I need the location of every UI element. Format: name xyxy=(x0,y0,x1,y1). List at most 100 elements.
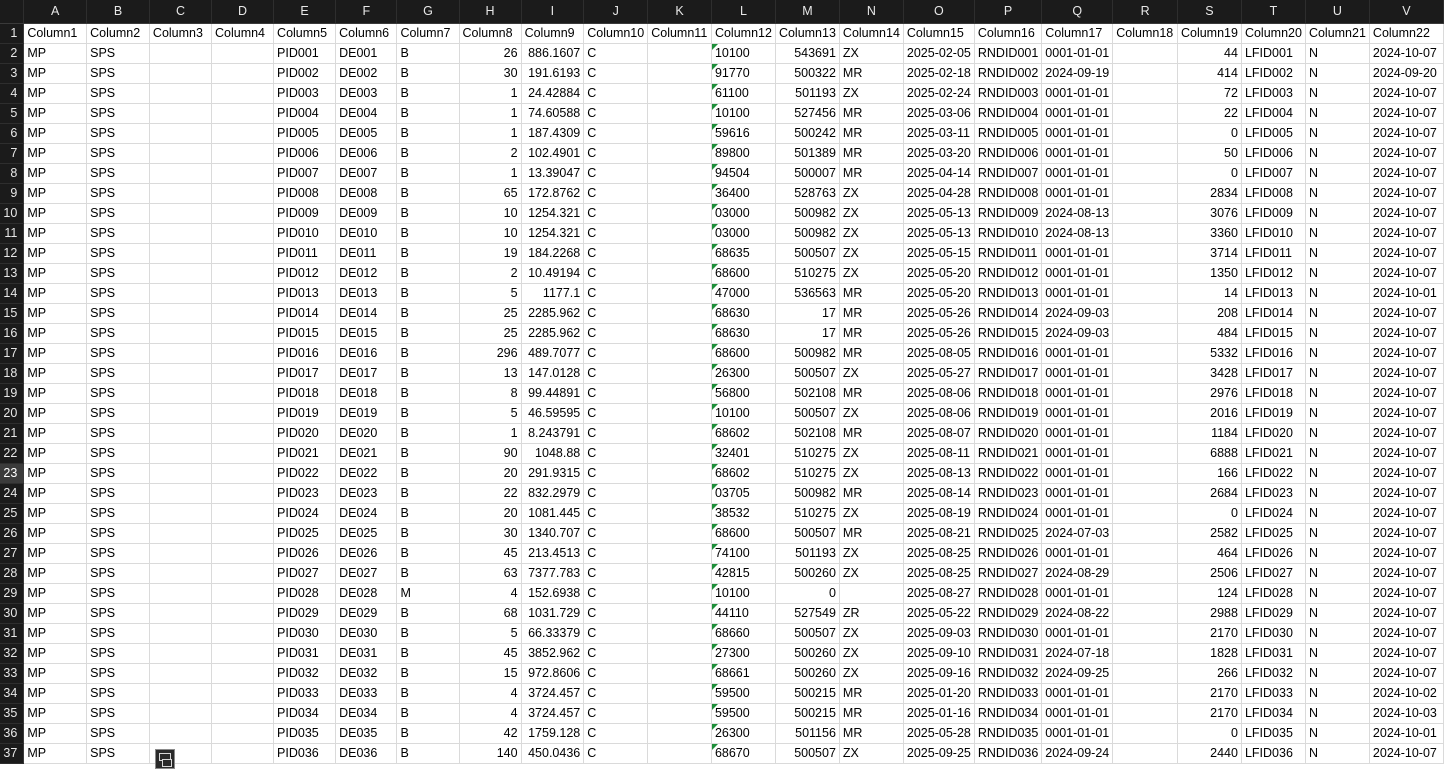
cell-e36[interactable]: PID035 xyxy=(273,723,337,744)
cell-n17[interactable]: MR xyxy=(839,343,904,364)
cell-f31[interactable]: DE030 xyxy=(335,623,398,644)
cell-q8[interactable]: 0001-01-01 xyxy=(1041,163,1114,184)
cell-d34[interactable] xyxy=(211,683,275,704)
row-header[interactable]: 15 xyxy=(0,303,25,324)
cell-n23[interactable]: ZX xyxy=(839,463,904,484)
cell-v3[interactable]: 2024-09-20 xyxy=(1369,63,1444,84)
cell-t35[interactable]: LFID034 xyxy=(1241,703,1306,724)
cell-c31[interactable] xyxy=(149,623,212,644)
cell-j30[interactable]: C xyxy=(583,603,649,624)
cell-n1[interactable]: Column14 xyxy=(839,23,904,44)
cell-v24[interactable]: 2024-10-07 xyxy=(1369,483,1444,504)
cell-l35[interactable]: 59500 xyxy=(711,703,776,724)
cell-s33[interactable]: 266 xyxy=(1177,663,1242,684)
cell-l24[interactable]: 03705 xyxy=(711,483,776,504)
cell-a36[interactable]: MP xyxy=(23,723,88,744)
cell-n4[interactable]: ZX xyxy=(839,83,904,104)
cell-a3[interactable]: MP xyxy=(23,63,88,84)
cell-b26[interactable]: SPS xyxy=(86,523,150,544)
cell-s35[interactable]: 2170 xyxy=(1177,703,1242,724)
cell-h31[interactable]: 5 xyxy=(459,623,522,644)
cell-m18[interactable]: 500507 xyxy=(775,363,840,384)
row-header[interactable]: 6 xyxy=(0,123,25,144)
cell-p4[interactable]: RNDID003 xyxy=(974,83,1043,104)
cell-q7[interactable]: 0001-01-01 xyxy=(1041,143,1114,164)
cell-k19[interactable] xyxy=(647,383,712,404)
cell-d9[interactable] xyxy=(211,183,275,204)
cell-s16[interactable]: 484 xyxy=(1177,323,1242,344)
cell-f6[interactable]: DE005 xyxy=(335,123,398,144)
cell-k5[interactable] xyxy=(647,103,712,124)
cell-j14[interactable]: C xyxy=(583,283,649,304)
cell-o12[interactable]: 2025-05-15 xyxy=(903,243,975,264)
cell-g30[interactable]: B xyxy=(396,603,460,624)
cell-m16[interactable]: 17 xyxy=(775,323,840,344)
cell-o14[interactable]: 2025-05-20 xyxy=(903,283,975,304)
cell-g10[interactable]: B xyxy=(396,203,460,224)
cell-v35[interactable]: 2024-10-03 xyxy=(1369,703,1444,724)
cell-n25[interactable]: ZX xyxy=(839,503,904,524)
cell-s10[interactable]: 3076 xyxy=(1177,203,1242,224)
cell-k28[interactable] xyxy=(647,563,712,584)
cell-q10[interactable]: 2024-08-13 xyxy=(1041,203,1114,224)
cell-o10[interactable]: 2025-05-13 xyxy=(903,203,975,224)
cell-h14[interactable]: 5 xyxy=(459,283,522,304)
cell-d16[interactable] xyxy=(211,323,275,344)
cell-k30[interactable] xyxy=(647,603,712,624)
cell-r17[interactable] xyxy=(1112,343,1178,364)
cell-k36[interactable] xyxy=(647,723,712,744)
cell-e32[interactable]: PID031 xyxy=(273,643,337,664)
cell-r29[interactable] xyxy=(1112,583,1178,604)
cell-m31[interactable]: 500507 xyxy=(775,623,840,644)
cell-g21[interactable]: B xyxy=(396,423,460,444)
cell-g12[interactable]: B xyxy=(396,243,460,264)
cell-s1[interactable]: Column19 xyxy=(1177,23,1242,44)
cell-j11[interactable]: C xyxy=(583,223,649,244)
cell-u1[interactable]: Column21 xyxy=(1305,23,1370,44)
cell-j24[interactable]: C xyxy=(583,483,649,504)
cell-h16[interactable]: 25 xyxy=(459,323,522,344)
cell-s36[interactable]: 0 xyxy=(1177,723,1242,744)
cell-k12[interactable] xyxy=(647,243,712,264)
cell-e5[interactable]: PID004 xyxy=(273,103,337,124)
cell-h9[interactable]: 65 xyxy=(459,183,522,204)
cell-n13[interactable]: ZX xyxy=(839,263,904,284)
cell-n5[interactable]: MR xyxy=(839,103,904,124)
cell-h36[interactable]: 42 xyxy=(459,723,522,744)
cell-e24[interactable]: PID023 xyxy=(273,483,337,504)
cell-f22[interactable]: DE021 xyxy=(335,443,398,464)
cell-r4[interactable] xyxy=(1112,83,1178,104)
cell-v13[interactable]: 2024-10-07 xyxy=(1369,263,1444,284)
row-header[interactable]: 7 xyxy=(0,143,25,164)
column-header-c[interactable]: C xyxy=(149,0,212,24)
cell-v27[interactable]: 2024-10-07 xyxy=(1369,543,1444,564)
cell-v30[interactable]: 2024-10-07 xyxy=(1369,603,1444,624)
cell-g13[interactable]: B xyxy=(396,263,460,284)
cell-i20[interactable]: 46.59595 xyxy=(521,403,585,424)
row-header[interactable]: 4 xyxy=(0,83,25,104)
cell-h3[interactable]: 30 xyxy=(459,63,522,84)
cell-p9[interactable]: RNDID008 xyxy=(974,183,1043,204)
cell-n15[interactable]: MR xyxy=(839,303,904,324)
cell-j23[interactable]: C xyxy=(583,463,649,484)
cell-n21[interactable]: MR xyxy=(839,423,904,444)
cell-e10[interactable]: PID009 xyxy=(273,203,337,224)
row-header[interactable]: 9 xyxy=(0,183,25,204)
cell-u14[interactable]: N xyxy=(1305,283,1370,304)
cell-j36[interactable]: C xyxy=(583,723,649,744)
cell-g17[interactable]: B xyxy=(396,343,460,364)
cell-q25[interactable]: 0001-01-01 xyxy=(1041,503,1114,524)
cell-h19[interactable]: 8 xyxy=(459,383,522,404)
cell-e1[interactable]: Column5 xyxy=(273,23,337,44)
cell-q24[interactable]: 0001-01-01 xyxy=(1041,483,1114,504)
column-header-u[interactable]: U xyxy=(1305,0,1370,24)
cell-o27[interactable]: 2025-08-25 xyxy=(903,543,975,564)
cell-g1[interactable]: Column7 xyxy=(396,23,460,44)
cell-m17[interactable]: 500982 xyxy=(775,343,840,364)
cell-a13[interactable]: MP xyxy=(23,263,88,284)
cell-n3[interactable]: MR xyxy=(839,63,904,84)
cell-q18[interactable]: 0001-01-01 xyxy=(1041,363,1114,384)
cell-u25[interactable]: N xyxy=(1305,503,1370,524)
cell-q14[interactable]: 0001-01-01 xyxy=(1041,283,1114,304)
cell-h18[interactable]: 13 xyxy=(459,363,522,384)
